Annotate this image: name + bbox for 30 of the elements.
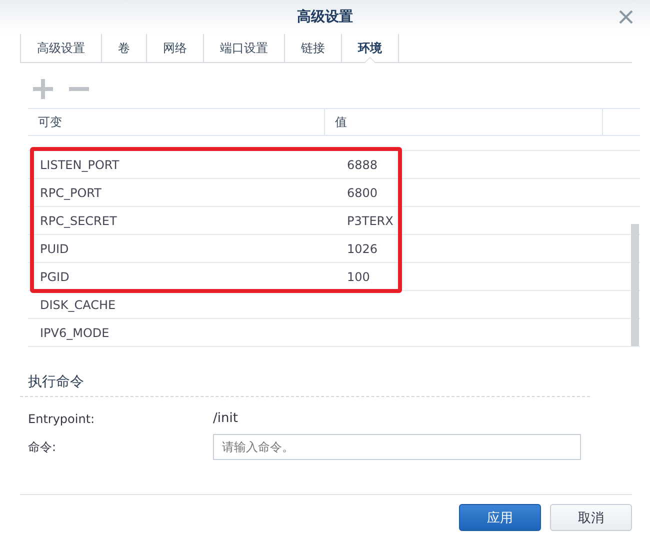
table-cell-text: 6888	[346, 156, 378, 174]
table-cell-text: 100	[346, 268, 370, 286]
table-cell-text: RPC_PORT	[39, 184, 102, 202]
field-label: Entrypoint:	[28, 412, 96, 426]
field-value: /init	[213, 411, 239, 426]
column-header[interactable]: 值	[325, 109, 603, 135]
table-cell-text: DISK_CACHE	[39, 296, 117, 314]
field-label: 命令:	[28, 438, 58, 456]
window-title: 高级设置	[297, 8, 353, 26]
table-cell-text: PGID	[39, 268, 70, 286]
command-input[interactable]: 请输入命令。	[213, 434, 581, 460]
table-cell-text: 1026	[346, 240, 378, 258]
close-icon[interactable]	[619, 10, 633, 24]
column-header[interactable]: 可变	[28, 109, 325, 135]
table-cell-text: IPV6_MODE	[39, 324, 110, 342]
tab[interactable]: 高级设置	[20, 34, 101, 62]
dialog-button[interactable]: 应用	[459, 504, 541, 531]
scrollbar[interactable]	[631, 224, 639, 346]
section-title: 执行命令	[20, 373, 590, 397]
table-cell-text: RPC_SECRET	[39, 212, 118, 230]
table-cell-text: LISTEN_PORT	[39, 156, 120, 174]
tab[interactable]: 网络	[146, 34, 203, 62]
table-cell-text: PUID	[39, 240, 70, 258]
table-cell-text: 6800	[346, 184, 378, 202]
tab[interactable]: 环境	[341, 34, 399, 62]
table-cell-text: P3TERX	[346, 212, 394, 230]
tab[interactable]: 卷	[101, 34, 146, 62]
tab[interactable]: 端口设置	[203, 34, 284, 62]
dialog-button[interactable]: 取消	[550, 504, 632, 531]
tab[interactable]: 链接	[284, 34, 341, 62]
